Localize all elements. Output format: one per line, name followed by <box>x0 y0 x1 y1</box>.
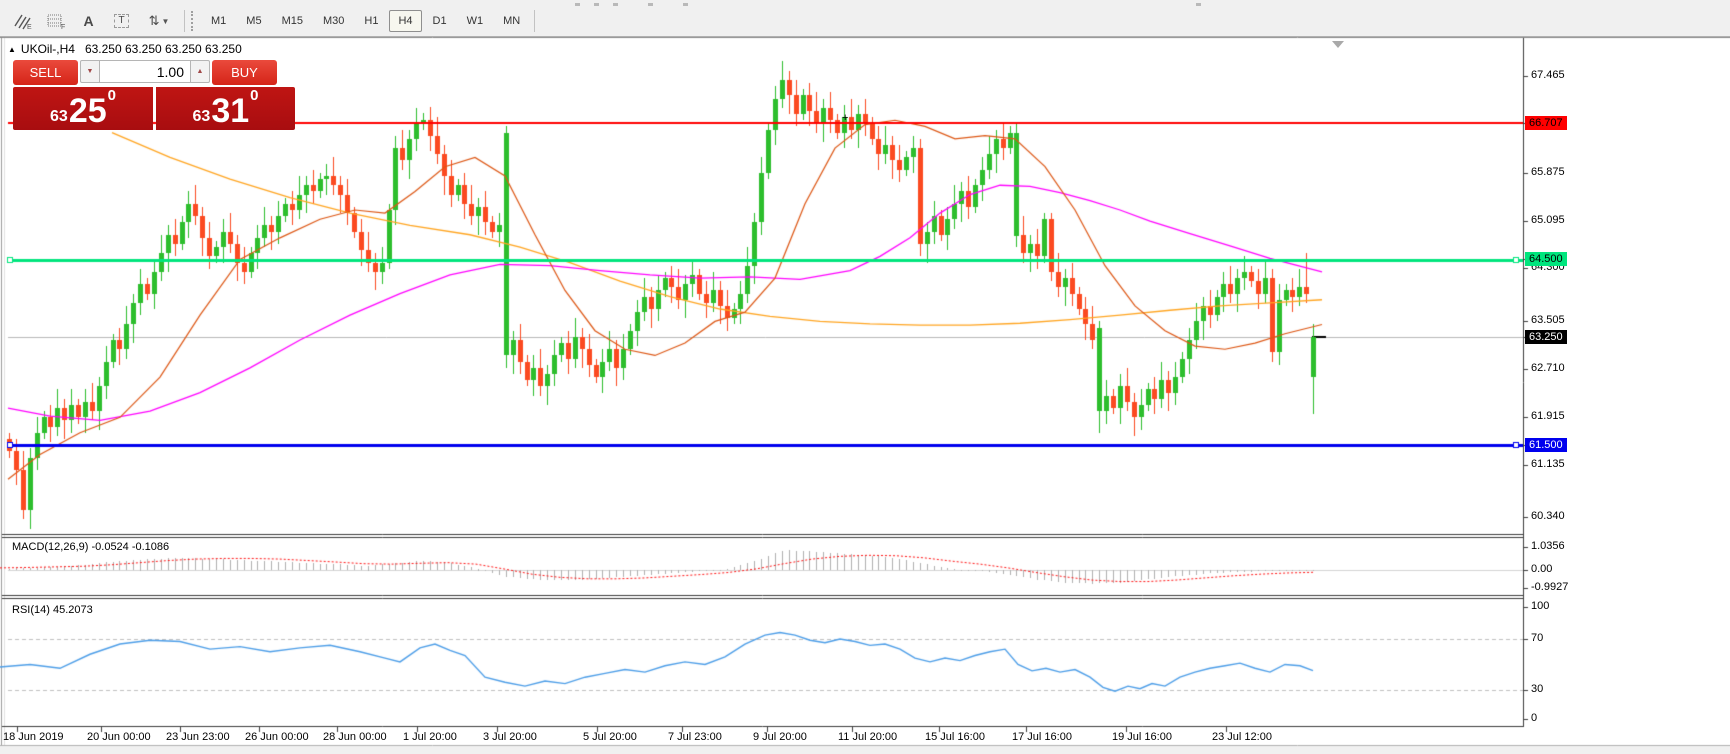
toolbar-separator <box>184 10 185 32</box>
time-label: 20 Jun 00:00 <box>87 731 151 743</box>
time-label: 15 Jul 16:00 <box>925 731 985 743</box>
sell-price-integer: 63 <box>50 107 68 127</box>
volume-input[interactable] <box>100 60 190 83</box>
timeframe-mn-button[interactable]: MN <box>494 10 529 32</box>
buy-price-major: 31 <box>211 95 249 127</box>
price-tick-label: 61.135 <box>1531 458 1565 470</box>
toolbar-separator <box>534 10 535 32</box>
sell-price-major: 25 <box>69 95 107 127</box>
timeframe-m30-button[interactable]: M30 <box>314 10 353 32</box>
chevron-down-icon: ▼ <box>161 17 169 26</box>
time-label: 23 Jul 12:00 <box>1212 731 1272 743</box>
symbol-header: ▲ UKOil-,H4 63.250 63.250 63.250 63.250 <box>8 42 242 56</box>
price-tick-label: 63.505 <box>1531 314 1565 326</box>
price-tick-label: 65.875 <box>1531 166 1565 178</box>
one-click-panel-toggle-icon[interactable]: ▲ <box>8 45 16 54</box>
timeframe-h4-button[interactable]: H4 <box>389 10 421 32</box>
buy-price-integer: 63 <box>193 107 211 127</box>
symbol-name: UKOil-,H4 <box>21 42 75 56</box>
price-tick-label: 67.465 <box>1531 69 1565 81</box>
symbol-ohlc: 63.250 63.250 63.250 63.250 <box>85 42 242 56</box>
time-label: 3 Jul 20:00 <box>483 731 537 743</box>
price-tick-label: 62.710 <box>1531 362 1565 374</box>
time-label: 11 Jul 20:00 <box>838 731 897 743</box>
price-tag: 61.500 <box>1525 438 1567 452</box>
grid-icon: F <box>46 13 66 30</box>
timeframe-w1-button[interactable]: W1 <box>458 10 493 32</box>
rsi-tick-label: 70 <box>1531 632 1543 644</box>
time-label: 9 Jul 20:00 <box>753 731 807 743</box>
timeframe-m1-button[interactable]: M1 <box>202 10 235 32</box>
price-tick-label: 61.915 <box>1531 410 1565 422</box>
sell-price-panel[interactable]: 63 25 0 <box>13 87 153 130</box>
time-label: 23 Jun 23:00 <box>166 731 230 743</box>
volume-decrease-button[interactable]: ▼ <box>80 60 100 83</box>
crosshair-marker: + <box>842 112 848 124</box>
macd-indicator-label: MACD(12,26,9) -0.0524 -0.1086 <box>12 541 169 553</box>
macd-tick-label: 1.0356 <box>1531 540 1565 552</box>
text-label-tool-button[interactable]: A <box>72 8 105 35</box>
time-label: 7 Jul 23:00 <box>668 731 722 743</box>
timeframe-h1-button[interactable]: H1 <box>355 10 387 32</box>
elliott-wave-icon: E <box>13 13 33 30</box>
buy-button[interactable]: BUY <box>212 60 277 85</box>
volume-increase-button[interactable]: ▲ <box>190 60 210 83</box>
sell-price-pip: 0 <box>108 89 116 103</box>
rsi-tick-label: 0 <box>1531 712 1537 724</box>
toolbar-grip[interactable] <box>191 11 196 31</box>
grid-tool-button[interactable]: F <box>39 8 72 35</box>
price-tag: 66.707 <box>1525 116 1567 130</box>
time-label: 5 Jul 20:00 <box>583 731 637 743</box>
cycle-arrows-icon: ⇅ <box>149 13 160 29</box>
price-tick-label: 65.095 <box>1531 214 1565 226</box>
elliott-wave-tool-button[interactable]: E <box>6 8 39 35</box>
macd-tick-label: 0.00 <box>1531 563 1552 575</box>
text-box-tool-button[interactable]: T <box>105 8 138 35</box>
time-label: 28 Jun 00:00 <box>323 731 387 743</box>
time-label: 1 Jul 20:00 <box>403 731 457 743</box>
price-tag: 63.250 <box>1525 330 1567 344</box>
price-tick-label: 60.340 <box>1531 510 1565 522</box>
timeframe-m5-button[interactable]: M5 <box>237 10 270 32</box>
svg-text:F: F <box>61 24 65 30</box>
rsi-tick-label: 100 <box>1531 600 1549 612</box>
one-click-trading-panel: SELL ▼ ▲ BUY 63 25 0 63 31 0 <box>13 60 297 130</box>
timeframe-d1-button[interactable]: D1 <box>424 10 456 32</box>
rsi-tick-label: 30 <box>1531 683 1543 695</box>
svg-text:E: E <box>27 24 32 30</box>
buy-price-pip: 0 <box>250 89 258 103</box>
cycle-arrows-tool-button[interactable]: ⇅ ▼ <box>138 8 180 35</box>
macd-tick-label: -0.9927 <box>1531 581 1568 593</box>
sell-button[interactable]: SELL <box>13 60 78 85</box>
time-label: 17 Jul 16:00 <box>1012 731 1072 743</box>
rsi-indicator-label: RSI(14) 45.2073 <box>12 604 93 616</box>
buy-price-panel[interactable]: 63 31 0 <box>156 87 295 130</box>
timeframe-m15-button[interactable]: M15 <box>273 10 312 32</box>
chart-shift-marker-icon[interactable] <box>1332 41 1344 48</box>
chart-toolbar: E F A T ⇅ ▼ M1M5M15M30H1H4D1W1MN <box>0 6 1730 37</box>
timeframe-group: M1M5M15M30H1H4D1W1MN <box>201 10 530 32</box>
text-box-icon: T <box>114 14 128 28</box>
time-label: 26 Jun 00:00 <box>245 731 309 743</box>
time-label: 19 Jul 16:00 <box>1112 731 1172 743</box>
price-tag: 64.500 <box>1525 252 1567 266</box>
text-label-icon: A <box>83 13 93 29</box>
time-label: 18 Jun 2019 <box>3 731 64 743</box>
